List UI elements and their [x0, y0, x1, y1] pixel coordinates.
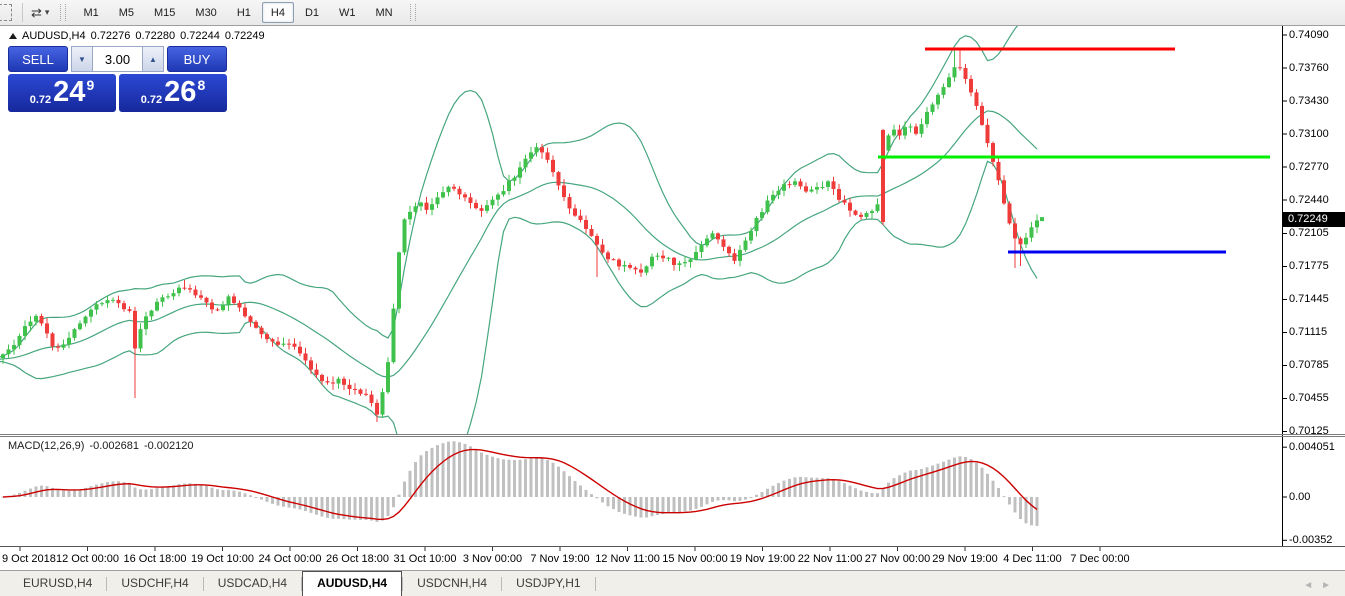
macd-name: MACD(12,26,9): [8, 440, 84, 452]
ohlc-open: 0.72276: [91, 30, 131, 42]
tab-USDJPY-H1[interactable]: USDJPY,H1: [502, 571, 594, 596]
tab-USDCAD-H4[interactable]: USDCAD,H4: [204, 571, 301, 596]
ohlc-high: 0.72280: [135, 30, 175, 42]
tab-AUDUSD-H4[interactable]: AUDUSD,H4: [302, 571, 402, 596]
tab-USDCHF-H4[interactable]: USDCHF,H4: [107, 571, 202, 596]
chart-arrows-icon[interactable]: ⇄: [29, 5, 44, 21]
ohlc-low: 0.72244: [180, 30, 220, 42]
symbol-header: AUDUSD,H4 0.72276 0.72280 0.72244 0.7224…: [9, 30, 265, 42]
mt4-window: ⇄ ▾ M1M5M15M30H1H4D1W1MN AUDUSD,H4 0.722…: [0, 0, 1345, 596]
symbol-direction-icon: [9, 33, 17, 39]
selection-tool-icon[interactable]: [0, 4, 12, 21]
sell-price-tile[interactable]: 0.72 24 9: [8, 74, 116, 112]
timeframe-button-W1[interactable]: W1: [330, 2, 365, 23]
tab-scroll-right-icon[interactable]: ►: [1321, 580, 1339, 591]
buy-button[interactable]: BUY: [167, 46, 227, 72]
toolbar-grip[interactable]: [60, 4, 66, 21]
sell-price-sup: 9: [86, 77, 94, 93]
tab-scroll-arrows[interactable]: ◄►: [1303, 580, 1339, 591]
timeframe-button-M30[interactable]: M30: [186, 2, 225, 23]
sell-button[interactable]: SELL: [8, 46, 68, 72]
buy-price-base: 0.72: [141, 94, 162, 106]
sell-price-big: 24: [53, 75, 85, 111]
macd-main-value: -0.002681: [89, 440, 139, 452]
macd-signal-value: -0.002120: [144, 440, 194, 452]
chart-tab-bar: EURUSD,H4USDCHF,H4USDCAD,H4AUDUSD,H4USDC…: [0, 570, 1345, 596]
one-click-trade-panel: SELL ▼ 3.00 ▲ BUY 0.72 24 9 0.72 26 8: [8, 46, 227, 112]
timeframe-button-D1[interactable]: D1: [296, 2, 328, 23]
toolbar-grip[interactable]: [410, 4, 416, 21]
macd-layer: [2, 441, 1039, 526]
toolbar-separator: [22, 3, 23, 22]
volume-input[interactable]: 3.00: [93, 46, 142, 72]
symbol-name: AUDUSD,H4: [22, 30, 86, 42]
buy-price-tile[interactable]: 0.72 26 8: [119, 74, 227, 112]
ohlc-close: 0.72249: [225, 30, 265, 42]
buy-price-big: 26: [164, 75, 196, 111]
timeframe-button-H4[interactable]: H4: [262, 2, 294, 23]
volume-increase-button[interactable]: ▲: [142, 46, 164, 72]
timeframe-button-M1[interactable]: M1: [74, 2, 107, 23]
chevron-down-icon[interactable]: ▾: [44, 7, 54, 18]
buy-price-sup: 8: [197, 77, 205, 93]
macd-indicator-label: MACD(12,26,9) -0.002681 -0.002120: [8, 440, 194, 452]
timeframe-button-H1[interactable]: H1: [228, 2, 260, 23]
timeframe-buttons: M1M5M15M30H1H4D1W1MN: [73, 2, 402, 23]
volume-decrease-button[interactable]: ▼: [71, 46, 93, 72]
tab-EURUSD-H4[interactable]: EURUSD,H4: [9, 571, 106, 596]
tab-scroll-left-icon[interactable]: ◄: [1303, 580, 1321, 591]
sell-price-base: 0.72: [30, 94, 51, 106]
tab-USDCNH-H4[interactable]: USDCNH,H4: [403, 571, 501, 596]
top-toolbar: ⇄ ▾ M1M5M15M30H1H4D1W1MN: [0, 0, 1345, 26]
tab-separator: [595, 577, 596, 591]
timeframe-button-M15[interactable]: M15: [145, 2, 184, 23]
current-price-tag: 0.72249: [1283, 212, 1345, 227]
timeframe-button-M5[interactable]: M5: [110, 2, 143, 23]
timeframe-button-MN[interactable]: MN: [367, 2, 402, 23]
